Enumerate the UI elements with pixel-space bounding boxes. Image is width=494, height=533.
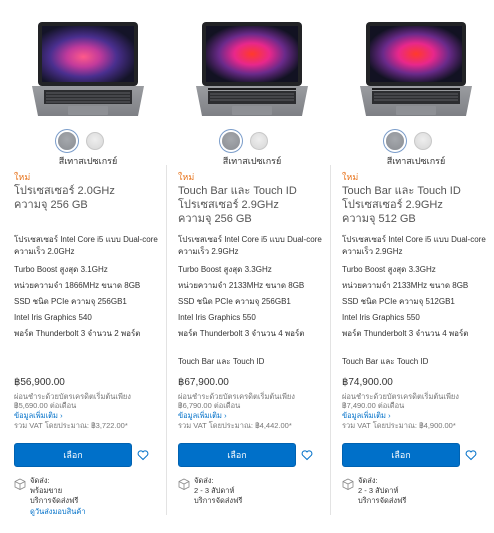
spec-item: โปรเซสเซอร์ Intel Core i5 แบบ Dual-core … xyxy=(178,235,322,256)
spec-item: โปรเซสเซอร์ Intel Core i5 แบบ Dual-core … xyxy=(342,235,486,256)
finance-line: ฿6,790.00 ต่อเดือน xyxy=(178,401,241,410)
shipping-line: บริการจัดส่งฟรี xyxy=(194,496,243,505)
product-card-3: สีเทาสเปซเกรย์ ใหม่ Touch Bar และ Touch … xyxy=(340,0,492,533)
color-swatches xyxy=(340,132,492,150)
shipping-line: 2 - 3 สัปดาห์ xyxy=(358,486,399,495)
space-gray-swatch[interactable] xyxy=(58,132,76,150)
product-card-2: สีเทาสเปซเกรย์ ใหม่ Touch Bar และ Touch … xyxy=(176,0,328,533)
spec-item: Touch Bar และ Touch ID xyxy=(342,357,429,366)
product-title-line: ความจุ 256 GB xyxy=(14,199,88,211)
heart-icon[interactable] xyxy=(137,449,149,461)
spec-item: พอร์ต Thunderbolt 3 จำนวน 4 พอร์ต xyxy=(342,329,469,338)
silver-swatch[interactable] xyxy=(86,132,104,150)
box-icon xyxy=(342,478,354,490)
spec-item: หน่วยความจำ 2133MHz ขนาด 8GB xyxy=(342,281,469,290)
product-title-line: Touch Bar และ Touch ID xyxy=(342,185,461,197)
spec-item: หน่วยความจำ 2133MHz ขนาด 8GB xyxy=(178,281,305,290)
column-divider xyxy=(330,165,331,515)
space-gray-swatch[interactable] xyxy=(386,132,404,150)
shipping-line: บริการจัดส่งฟรี xyxy=(358,496,407,505)
finance-line: ฿5,690.00 ต่อเดือน xyxy=(14,401,77,410)
product-title-line: โปรเซสเซอร์ 2.9GHz xyxy=(178,199,279,211)
box-icon xyxy=(178,478,190,490)
vat-estimate: รวม VAT โดยประมาณ: ฿4,900.00* xyxy=(342,421,456,430)
color-swatches xyxy=(12,132,164,150)
macbook-pro-image xyxy=(32,22,144,116)
spec-item: Intel Iris Graphics 540 xyxy=(14,313,92,322)
spec-item: Turbo Boost สูงสุด 3.3GHz xyxy=(178,265,272,274)
new-label: ใหม่ xyxy=(342,172,359,182)
price: ฿67,900.00 xyxy=(178,377,229,388)
vat-estimate: รวม VAT โดยประมาณ: ฿3,722.00* xyxy=(14,421,128,430)
color-name: สีเทาสเปซเกรย์ xyxy=(222,156,282,166)
price: ฿56,900.00 xyxy=(14,377,65,388)
space-gray-swatch[interactable] xyxy=(222,132,240,150)
spec-item: SSD ชนิด PCIe ความจุ 512GB1 xyxy=(342,297,455,306)
finance-line: ผ่อนชำระด้วยบัตรเครดิตเริ่มต้นเพียง xyxy=(342,392,459,401)
macbook-pro-touchbar-image xyxy=(196,22,308,116)
spec-item: Turbo Boost สูงสุด 3.3GHz xyxy=(342,265,436,274)
select-button[interactable]: เลือก xyxy=(342,443,460,467)
product-title-line: โปรเซสเซอร์ 2.0GHz xyxy=(14,185,115,197)
spec-item: โปรเซสเซอร์ Intel Core i5 แบบ Dual-core … xyxy=(14,235,158,256)
heart-icon[interactable] xyxy=(301,449,313,461)
silver-swatch[interactable] xyxy=(414,132,432,150)
shipping-line: จัดส่ง: xyxy=(30,476,50,485)
spec-item: Intel Iris Graphics 550 xyxy=(178,313,256,322)
color-name: สีเทาสเปซเกรย์ xyxy=(58,156,118,166)
spec-item: พอร์ต Thunderbolt 3 จำนวน 2 พอร์ต xyxy=(14,329,141,338)
select-button[interactable]: เลือก xyxy=(14,443,132,467)
spec-item: หน่วยความจำ 1866MHz ขนาด 8GB xyxy=(14,281,141,290)
silver-swatch[interactable] xyxy=(250,132,268,150)
finance-line: ผ่อนชำระด้วยบัตรเครดิตเริ่มต้นเพียง xyxy=(178,392,295,401)
shipping-line: พร้อมขาย xyxy=(30,486,63,495)
product-title-line: ความจุ 512 GB xyxy=(342,213,416,225)
finance-line: ฿7,490.00 ต่อเดือน xyxy=(342,401,405,410)
box-icon xyxy=(14,478,26,490)
finance-line: ผ่อนชำระด้วยบัตรเครดิตเริ่มต้นเพียง xyxy=(14,392,131,401)
price: ฿74,900.00 xyxy=(342,377,393,388)
spec-item: Intel Iris Graphics 550 xyxy=(342,313,420,322)
color-name: สีเทาสเปซเกรย์ xyxy=(386,156,446,166)
color-swatches xyxy=(176,132,328,150)
spec-item: Touch Bar และ Touch ID xyxy=(178,357,265,366)
new-label: ใหม่ xyxy=(14,172,31,182)
macbook-pro-touchbar-image xyxy=(360,22,472,116)
spec-item: Turbo Boost สูงสุด 3.1GHz xyxy=(14,265,108,274)
shipping-line: จัดส่ง: xyxy=(194,476,214,485)
spec-item: SSD ชนิด PCIe ความจุ 256GB1 xyxy=(178,297,291,306)
vat-estimate: รวม VAT โดยประมาณ: ฿4,442.00* xyxy=(178,421,292,430)
heart-icon[interactable] xyxy=(465,449,477,461)
product-title-line: โปรเซสเซอร์ 2.9GHz xyxy=(342,199,443,211)
shipping-line: 2 - 3 สัปดาห์ xyxy=(194,486,235,495)
shipping-line: บริการจัดส่งฟรี xyxy=(30,496,79,505)
shipping-line: จัดส่ง: xyxy=(358,476,378,485)
new-label: ใหม่ xyxy=(178,172,195,182)
spec-item: พอร์ต Thunderbolt 3 จำนวน 4 พอร์ต xyxy=(178,329,305,338)
column-divider xyxy=(166,165,167,515)
product-title-line: Touch Bar และ Touch ID xyxy=(178,185,297,197)
select-button[interactable]: เลือก xyxy=(178,443,296,467)
spec-item: SSD ชนิด PCIe ความจุ 256GB1 xyxy=(14,297,127,306)
delivery-date-link[interactable]: ดูวันส่งมอบสินค้า xyxy=(30,506,86,518)
product-title-line: ความจุ 256 GB xyxy=(178,213,252,225)
product-card-1: สีเทาสเปซเกรย์ ใหม่ โปรเซสเซอร์ 2.0GHz ค… xyxy=(12,0,164,533)
